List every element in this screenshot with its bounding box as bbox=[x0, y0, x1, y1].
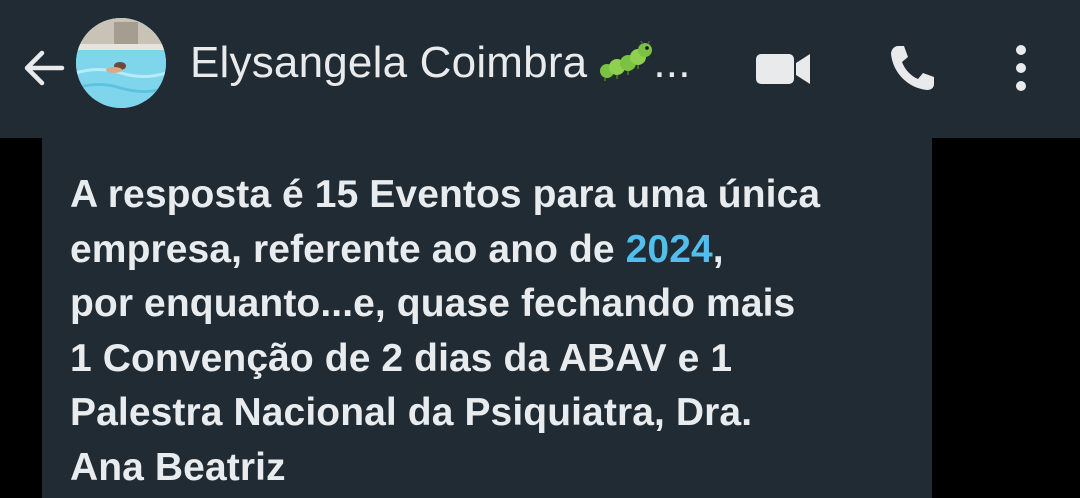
message-line: por enquanto...e, quase fechando mais bbox=[70, 282, 796, 325]
video-camera-icon[interactable] bbox=[752, 44, 814, 92]
date-link[interactable]: 2024 bbox=[626, 228, 713, 271]
message-line: A resposta é 15 Eventos para uma única bbox=[70, 173, 821, 216]
contact-name[interactable]: Elysangela Coimbra ... bbox=[190, 38, 691, 88]
message-text: A resposta é 15 Eventos para uma única e… bbox=[70, 168, 920, 495]
message-line: empresa, referente ao ano de bbox=[70, 227, 626, 271]
message-line: 1 Convenção de 2 dias da ABAV e 1 bbox=[70, 336, 733, 380]
contact-name-ellipsis: ... bbox=[653, 38, 691, 87]
message-line: Ana Beatriz bbox=[70, 445, 286, 489]
avatar[interactable] bbox=[76, 18, 166, 108]
contact-name-text: Elysangela Coimbra bbox=[190, 38, 588, 87]
avatar-pool-image bbox=[76, 18, 166, 108]
message-line-end: , bbox=[712, 227, 724, 271]
more-vertical-icon[interactable] bbox=[1006, 40, 1036, 96]
message-line: Palestra Nacional da Psiquiatra, Dra. bbox=[70, 391, 753, 434]
message-bubble[interactable]: A resposta é 15 Eventos para uma única e… bbox=[42, 138, 932, 498]
back-arrow-icon[interactable] bbox=[18, 42, 70, 94]
phone-icon[interactable] bbox=[884, 40, 940, 96]
chat-header: Elysangela Coimbra ... bbox=[0, 0, 1080, 138]
caterpillar-icon bbox=[600, 41, 653, 81]
